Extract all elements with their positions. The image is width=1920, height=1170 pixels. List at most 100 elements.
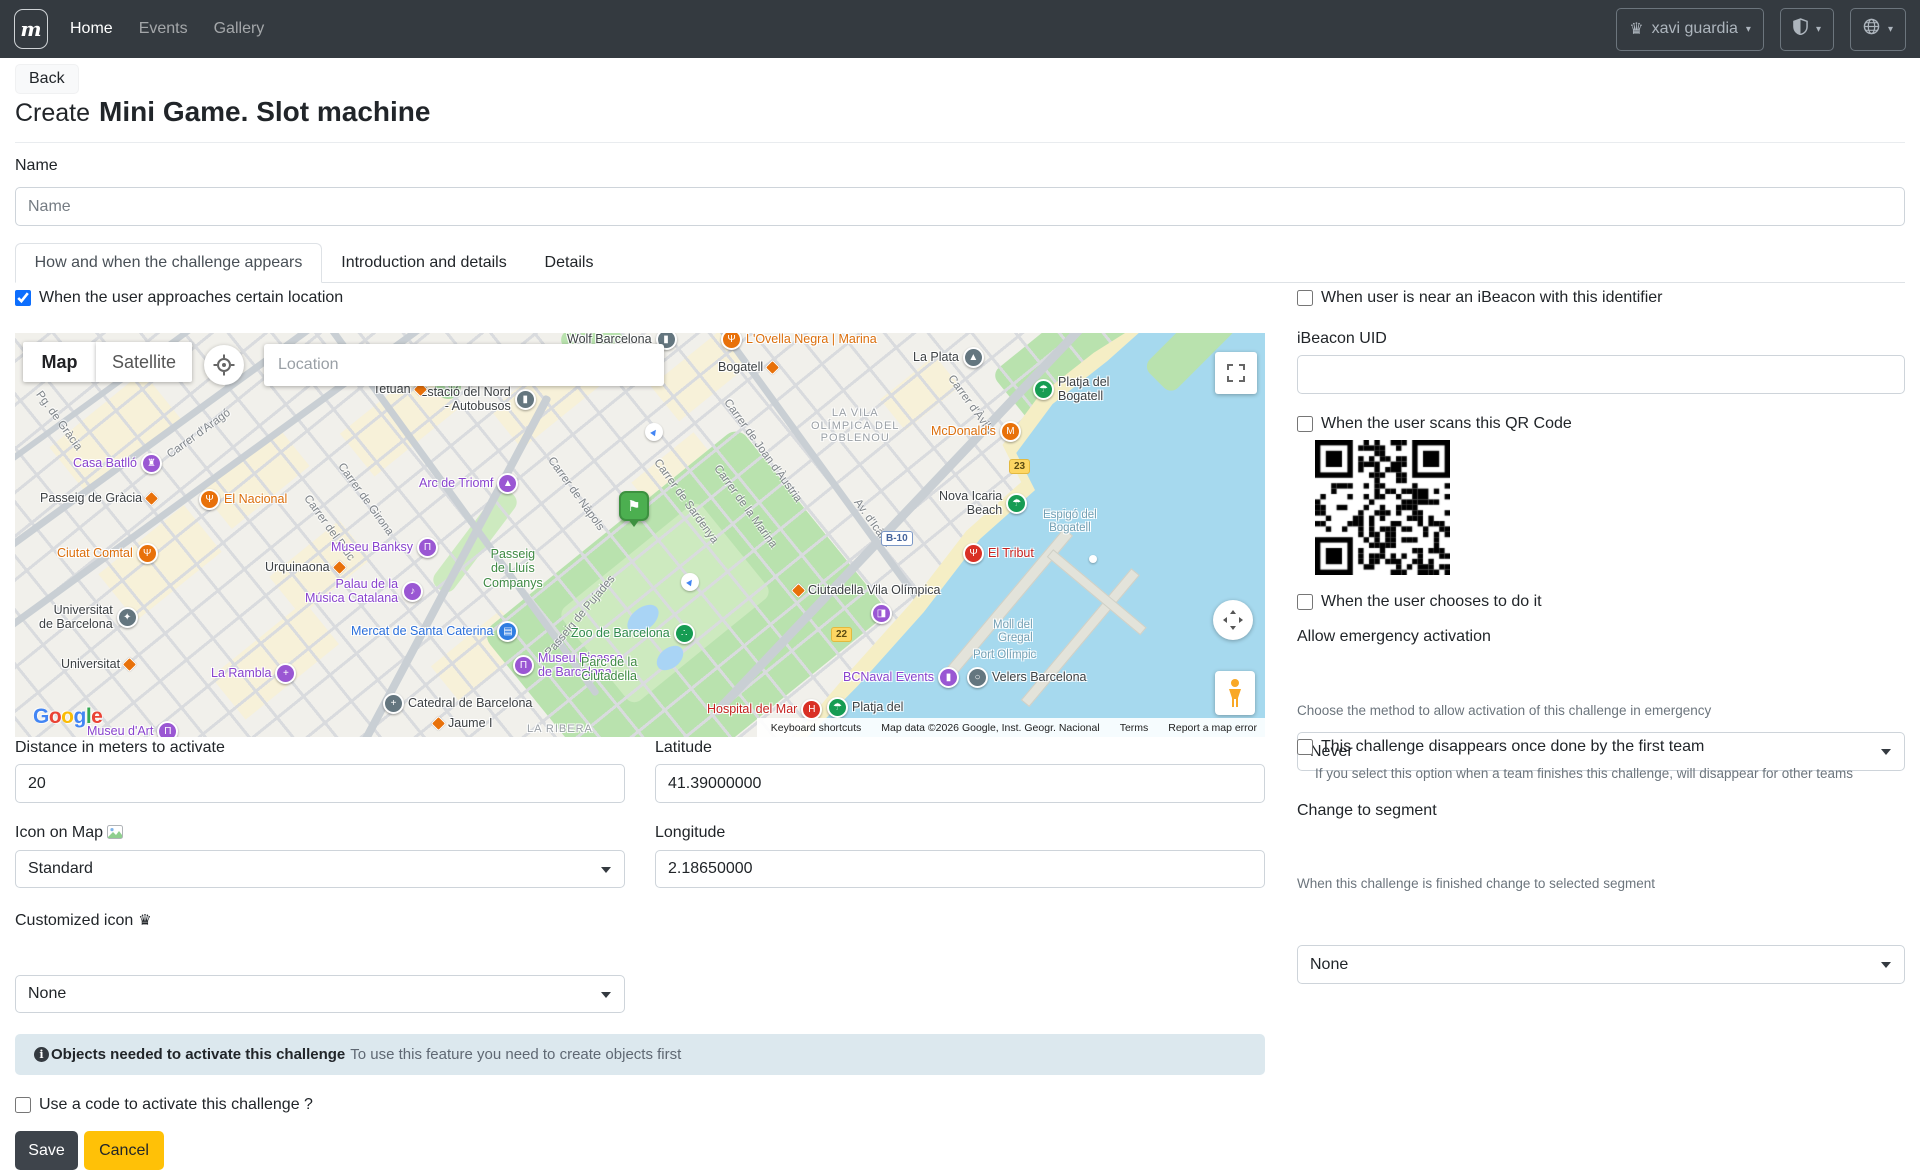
map-poi-label[interactable]: ○Velers Barcelona [967,667,1087,688]
map-poi-label[interactable]: ΨEl Nacional [199,489,287,510]
app-logo[interactable]: m [14,9,48,49]
disappears-checkbox-label: This challenge disappears once done by t… [1321,738,1704,756]
customized-icon-value: None [28,985,66,1003]
tab-how-and-when[interactable]: How and when the challenge appears [15,243,322,283]
segment-value: None [1310,956,1348,974]
qr-checkbox-row: When the user scans this QR Code [1297,415,1572,433]
map-poi-label[interactable]: ◨ [871,603,896,624]
tab-introduction-details[interactable]: Introduction and details [322,243,526,283]
map-poi-label[interactable]: BCNaval Events▮ [843,667,959,688]
map-poi-label[interactable]: ☂Platja del [827,697,903,718]
map-poi-label[interactable]: Parc de la Ciutadella [581,655,637,684]
map-poi-label[interactable]: Universitat de Barcelona✦ [39,603,138,632]
map-direction-arrow-icon[interactable]: ▲ [681,573,699,591]
customized-icon-select[interactable]: None [15,975,625,1013]
map-poi-label[interactable]: LA RIBERA [527,723,593,736]
terms-link[interactable]: Terms [1120,722,1149,734]
cancel-button[interactable]: Cancel [84,1131,164,1170]
user-menu-button[interactable]: ♛ xavi guardia ▾ [1616,8,1764,51]
map-poi-label[interactable]: Urquinaona [265,560,345,574]
approach-location-checkbox[interactable] [15,290,31,306]
map-poi-label[interactable]: Museu BanksyΠ [331,537,438,558]
map-poi-label[interactable]: Moll del Gregal [993,619,1033,645]
map-poi-label[interactable]: Casa Batlló♜ [73,453,162,474]
map-poi-label[interactable]: McDonald'sM [931,421,1021,442]
map-poi-label[interactable]: Universitat [61,657,135,671]
premium-crown-icon: ♛ [138,912,151,929]
map-poi-label[interactable]: Estació del Nord - Autobusos▮ [419,385,536,414]
map-location-search-input[interactable] [264,344,664,386]
geolocate-button[interactable] [204,345,244,385]
qr-checkbox[interactable] [1297,416,1313,432]
segment-select[interactable]: None [1297,945,1905,984]
challenge-location-flag-marker[interactable]: ⚑ [619,491,649,521]
longitude-input[interactable] [655,850,1265,888]
back-button[interactable]: Back [15,64,79,94]
ibeacon-checkbox[interactable] [1297,290,1313,306]
info-icon: i [34,1047,49,1062]
map-poi-label[interactable]: Bogatell [718,360,778,374]
tab-details[interactable]: Details [526,243,612,283]
chooses-checkbox[interactable] [1297,594,1313,610]
nav-link-events[interactable]: Events [139,20,188,38]
admin-menu-button[interactable]: ▾ [1780,8,1834,51]
distance-input[interactable] [15,764,625,803]
map-poi-label[interactable]: Ciutat ComtalΨ [57,543,158,564]
keyboard-shortcuts-link[interactable]: Keyboard shortcuts [771,722,861,734]
divider [15,142,1905,143]
google-map[interactable]: Pg. de GràciaCarrer d'AragóCarrer de Gir… [15,333,1265,737]
map-poi-label[interactable]: ☂Platja del Bogatell [1033,375,1109,404]
nav-link-gallery[interactable]: Gallery [214,20,265,38]
map-poi-label[interactable]: ΨEl Tribut [963,543,1034,564]
map-type-map-button[interactable]: Map [23,342,96,382]
language-menu-button[interactable]: ▾ [1850,8,1906,51]
latitude-label: Latitude [655,739,712,757]
map-pan-button[interactable] [1213,600,1253,640]
map-poi-label[interactable]: Passeig de Lluís Companys [483,547,543,590]
map-poi-label[interactable]: Jaume I [433,716,492,730]
map-poi-label[interactable]: Palau de la Música Catalana♪ [305,577,423,606]
map-poi-label[interactable]: Mercat de Santa Caterina▤ [351,621,518,642]
road-badge[interactable]: 23 [1009,459,1030,474]
disappears-checkbox[interactable] [1297,739,1313,755]
icon-on-map-select[interactable]: Standard [15,850,625,888]
map-poi-label[interactable]: Arc de Triomf▲ [419,473,518,494]
ibeacon-uid-label: iBeacon UID [1297,330,1387,348]
road-badge[interactable]: 22 [831,627,852,642]
road-badge[interactable]: B-10 [881,531,913,546]
map-poi-label[interactable]: Ciutadella Vila Olímpica [793,583,940,597]
map-poi-label[interactable]: Port Olímpic [973,649,1036,662]
map-poi-label[interactable]: ΨL'Ovella Negra | Marina [721,333,877,350]
latitude-input[interactable] [655,764,1265,803]
segment-help: When this challenge is finished change t… [1297,876,1655,891]
ibeacon-checkbox-label: When user is near an iBeacon with this i… [1321,289,1663,307]
distance-label: Distance in meters to activate [15,739,225,757]
emergency-help: Choose the method to allow activation of… [1297,703,1711,718]
map-poi-label[interactable]: La Rambla+ [211,663,296,684]
map-poi-label[interactable]: Zoo de Barcelona∴ [571,623,695,644]
approach-location-checkbox-row: When the user approaches certain locatio… [15,289,343,307]
map-poi-label[interactable]: +Catedral de Barcelona [383,693,532,714]
ibeacon-uid-input[interactable] [1297,355,1905,394]
map-poi-label[interactable]: Espigó del Bogatell [1043,509,1097,535]
map-direction-arrow-icon[interactable]: ▲ [645,423,663,441]
use-code-checkbox[interactable] [15,1097,31,1113]
map-buoy-dot[interactable] [1089,555,1097,563]
segment-label: Change to segment [1297,802,1437,820]
qr-checkbox-label: When the user scans this QR Code [1321,415,1572,433]
report-map-error-link[interactable]: Report a map error [1168,722,1257,734]
chevron-down-icon: ▾ [1746,24,1751,35]
map-fullscreen-button[interactable] [1215,352,1257,394]
map-poi-label[interactable]: Nova Icaria Beach☂ [939,489,1027,518]
map-poi-label[interactable]: LA VILA OLÍMPICA DEL POBLENOU [811,407,899,445]
save-button[interactable]: Save [15,1131,78,1170]
nav-link-home[interactable]: Home [70,20,113,38]
select-caret-icon [1881,749,1891,755]
map-type-satellite-button[interactable]: Satellite [96,342,192,382]
map-poi-label[interactable]: La Plata▲ [913,347,984,368]
map-poi-label[interactable]: Hospital del MarH [707,699,822,720]
map-data-text: Map data ©2026 Google, Inst. Geogr. Naci… [881,722,1099,734]
name-input[interactable] [15,187,1905,226]
street-view-pegman[interactable] [1215,671,1255,715]
map-poi-label[interactable]: Passeig de Gràcia [40,491,157,505]
